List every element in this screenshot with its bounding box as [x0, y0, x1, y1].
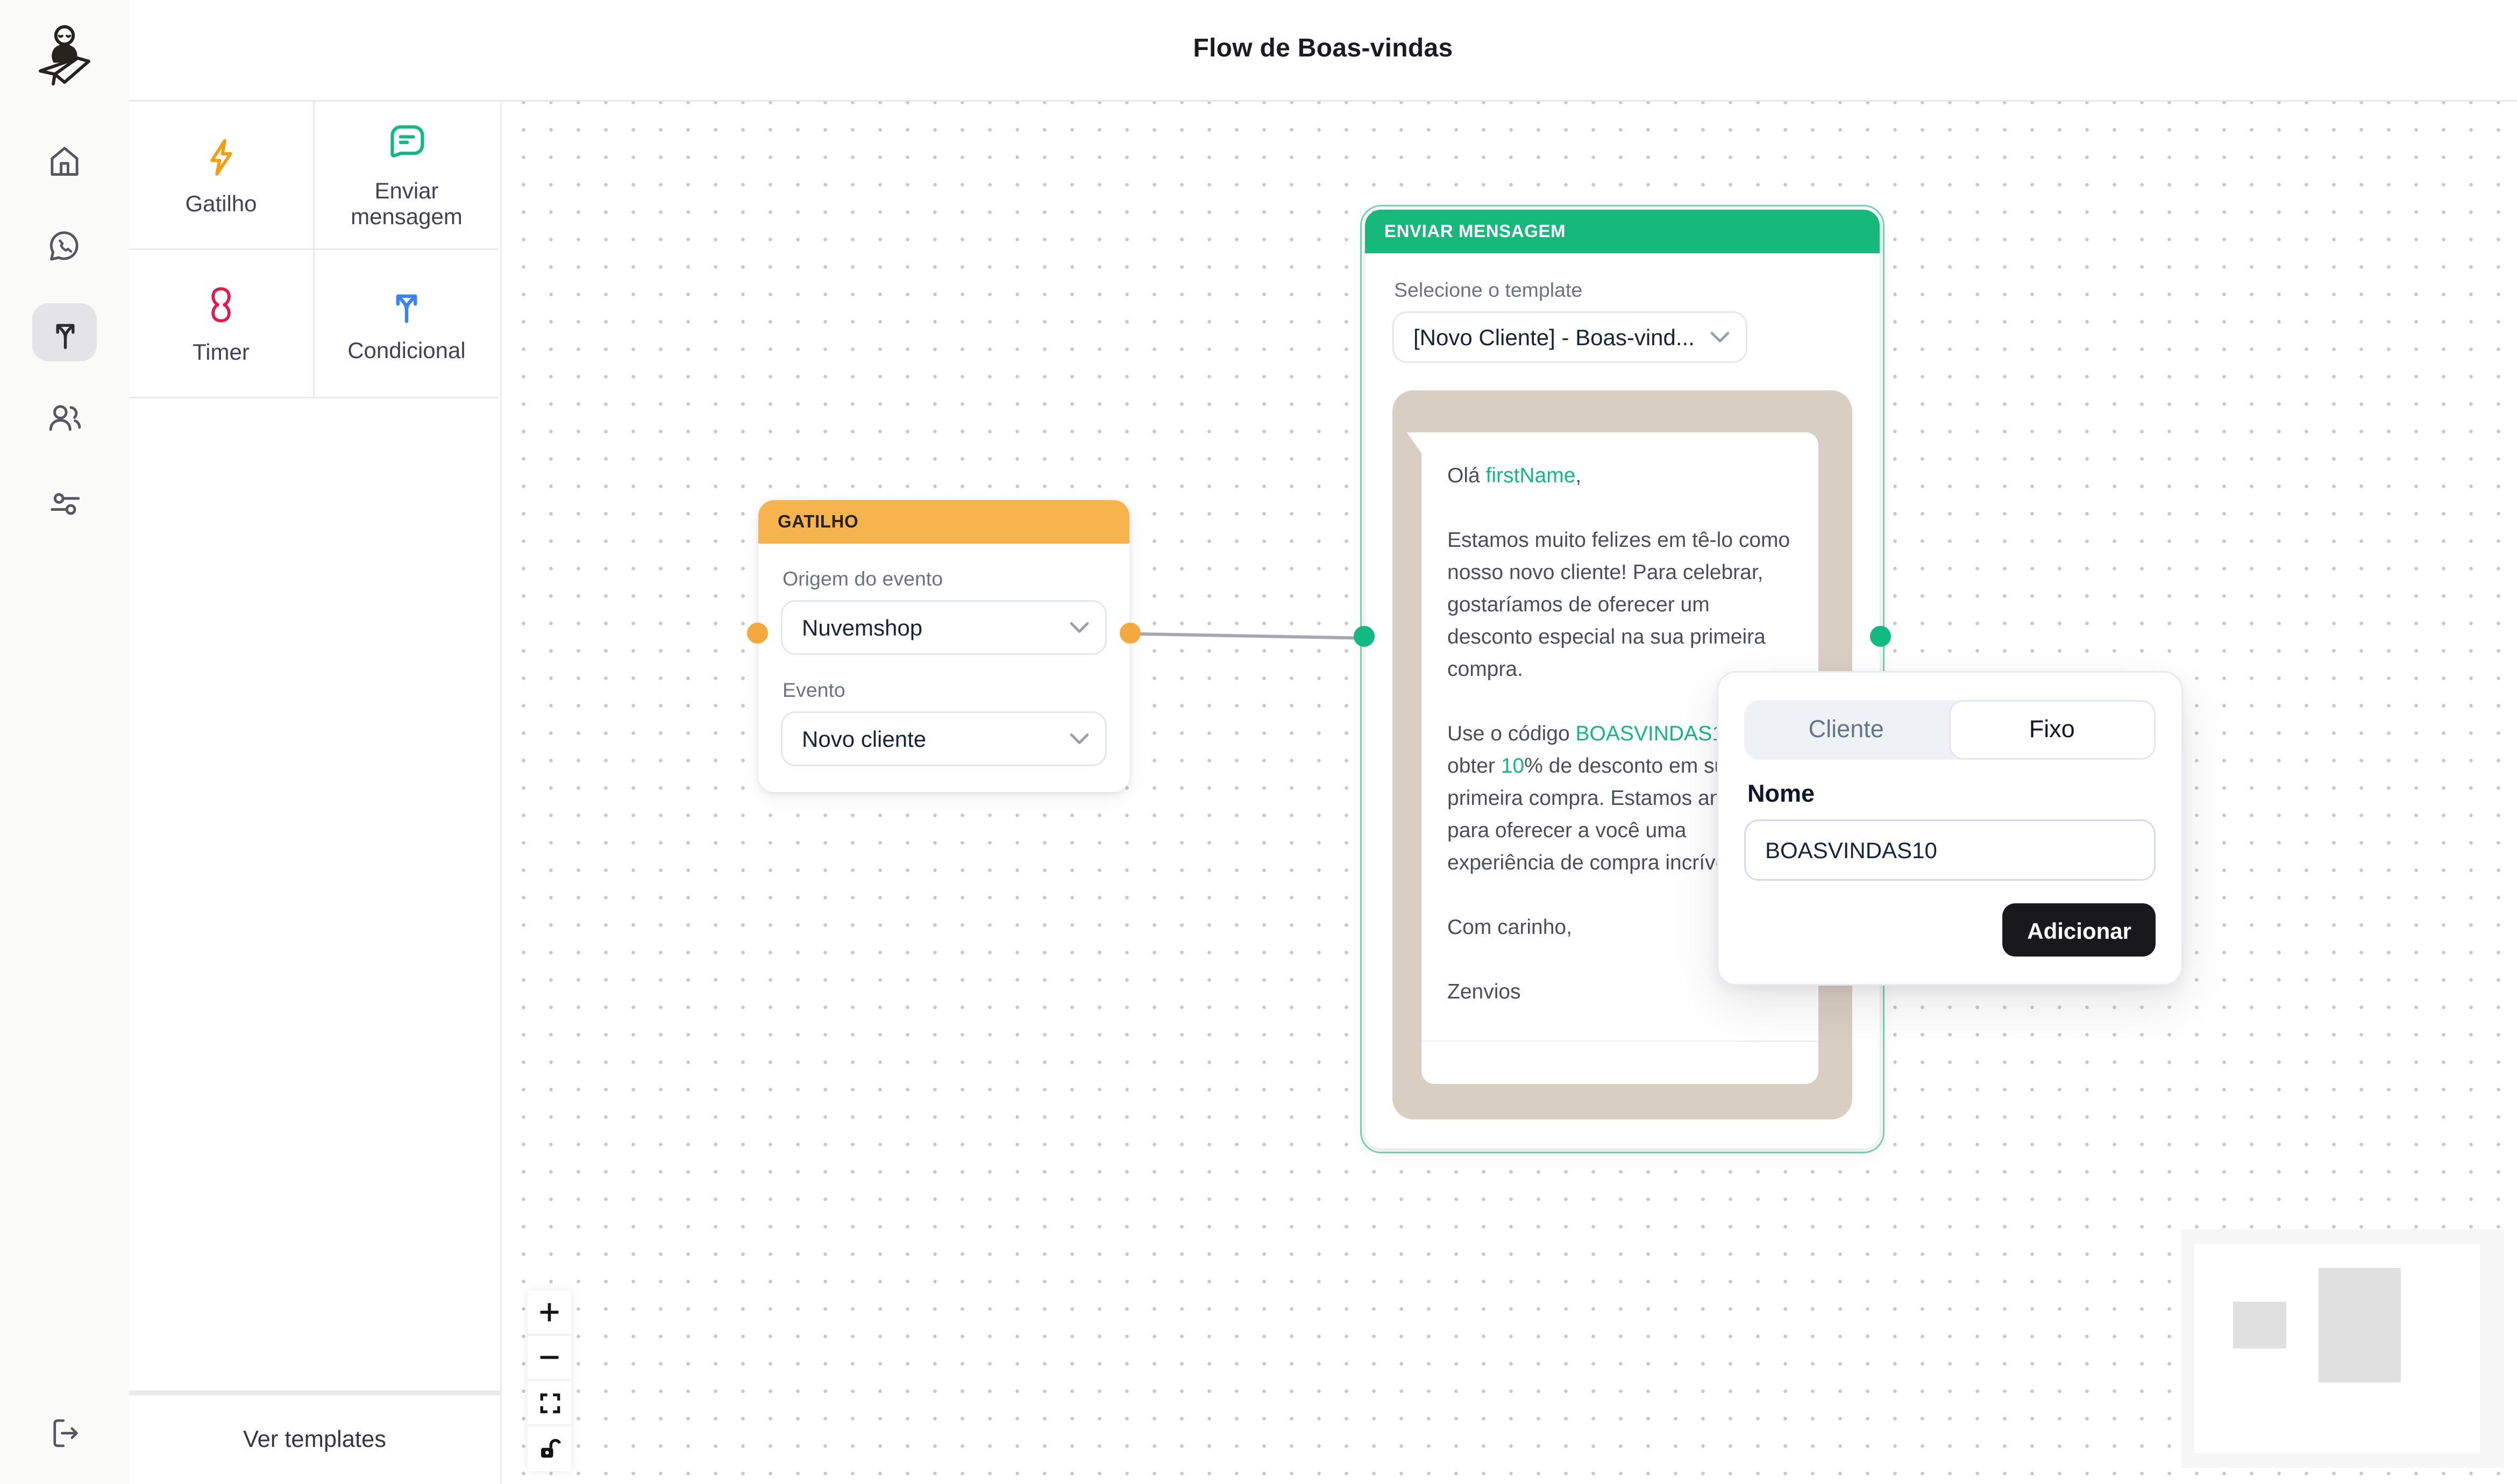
palette-item-gatilho[interactable]: Gatilho	[129, 102, 315, 250]
chat-bubble-icon	[384, 121, 429, 166]
minimap-message-node	[2319, 1268, 2401, 1382]
chevron-down-icon	[1070, 732, 1089, 745]
trigger-output-handle[interactable]	[1120, 623, 1141, 644]
nome-label: Nome	[1747, 781, 2156, 808]
app-window: Flow de Boas-vindas Gatilho Enviar mensa…	[0, 0, 2517, 1484]
adicionar-button[interactable]: Adicionar	[2003, 903, 2156, 957]
template-select[interactable]: [Novo Cliente] - Boas-vind...	[1392, 311, 1747, 363]
app-logo	[34, 19, 95, 90]
tab-cliente[interactable]: Cliente	[1744, 700, 1949, 760]
settings-sliders-icon	[45, 484, 84, 523]
lightning-icon	[200, 135, 243, 179]
origem-do-evento-select[interactable]: Nuvemshop	[781, 600, 1107, 655]
minimap[interactable]	[2181, 1229, 2504, 1468]
chevron-down-icon	[1710, 331, 1730, 344]
fit-view-button[interactable]	[528, 1381, 571, 1426]
fit-view-icon	[538, 1392, 561, 1414]
field-label: Origem do evento	[783, 568, 1107, 590]
palette-item-label: Gatilho	[172, 190, 269, 216]
trigger-input-handle[interactable]	[747, 623, 768, 644]
sidebar-item-contacts[interactable]	[32, 389, 97, 447]
zoom-in-button[interactable]	[528, 1290, 571, 1336]
whatsapp-icon	[45, 227, 84, 266]
minimap-trigger-node	[2233, 1302, 2286, 1349]
unlock-icon	[537, 1437, 561, 1461]
flow-split-icon	[46, 314, 83, 351]
variable-popup: Cliente Fixo Nome Adicionar	[1717, 671, 2183, 986]
sidebar-item-whatsapp[interactable]	[32, 218, 97, 276]
palette-item-condicional[interactable]: Condicional	[315, 250, 499, 398]
flow-canvas[interactable]: GATILHO Origem do evento Nuvemshop Event…	[500, 102, 2517, 1484]
palette-item-label: Timer	[180, 339, 262, 365]
node-palette: Gatilho Enviar mensagem Timer	[129, 102, 502, 1484]
plus-icon	[537, 1300, 561, 1324]
ver-templates-button[interactable]: Ver templates	[129, 1390, 500, 1484]
sidebar-item-logout[interactable]	[32, 1403, 97, 1461]
trigger-node-header: GATILHO	[758, 500, 1129, 544]
contacts-icon	[45, 398, 84, 437]
variable-type-tabs: Cliente Fixo	[1744, 700, 2156, 760]
trigger-node[interactable]: GATILHO Origem do evento Nuvemshop Event…	[758, 500, 1129, 792]
home-icon	[45, 142, 84, 181]
canvas-controls	[528, 1290, 571, 1471]
sidebar-item-flows[interactable]	[32, 303, 97, 361]
message-input-handle[interactable]	[1354, 626, 1375, 647]
page-title: Flow de Boas-vindas	[1193, 35, 1453, 65]
lock-button[interactable]	[528, 1426, 571, 1471]
zoom-out-button[interactable]	[528, 1336, 571, 1381]
split-arrows-icon	[386, 284, 428, 326]
select-value: Nuvemshop	[802, 615, 922, 640]
icon-sidebar	[0, 0, 129, 1484]
palette-item-timer[interactable]: Timer	[129, 250, 315, 398]
sidebar-item-home[interactable]	[32, 132, 97, 190]
bubble-footer	[1447, 1042, 1793, 1084]
select-value: [Novo Cliente] - Boas-vind...	[1413, 324, 1695, 350]
tab-fixo[interactable]: Fixo	[1949, 700, 2156, 760]
evento-select[interactable]: Novo cliente	[781, 711, 1107, 766]
select-value: Novo cliente	[802, 726, 926, 752]
logout-icon	[46, 1414, 83, 1451]
field-label: Selecione o template	[1394, 279, 1852, 302]
top-bar: Flow de Boas-vindas	[129, 0, 2517, 102]
hourglass-icon	[200, 282, 242, 327]
minimap-viewport	[2194, 1244, 2480, 1453]
message-node-header: ENVIAR MENSAGEM	[1365, 210, 1880, 253]
palette-item-label: Condicional	[335, 337, 479, 363]
palette-item-label: Enviar mensagem	[315, 177, 499, 229]
nome-input[interactable]	[1744, 819, 2156, 881]
monk-on-paper-plane-icon	[34, 21, 95, 89]
chevron-down-icon	[1070, 621, 1089, 634]
message-output-handle[interactable]	[1870, 626, 1891, 647]
minus-icon	[537, 1345, 561, 1369]
sidebar-item-settings[interactable]	[32, 474, 97, 532]
field-label: Evento	[783, 679, 1107, 702]
palette-item-enviar-mensagem[interactable]: Enviar mensagem	[315, 102, 499, 250]
